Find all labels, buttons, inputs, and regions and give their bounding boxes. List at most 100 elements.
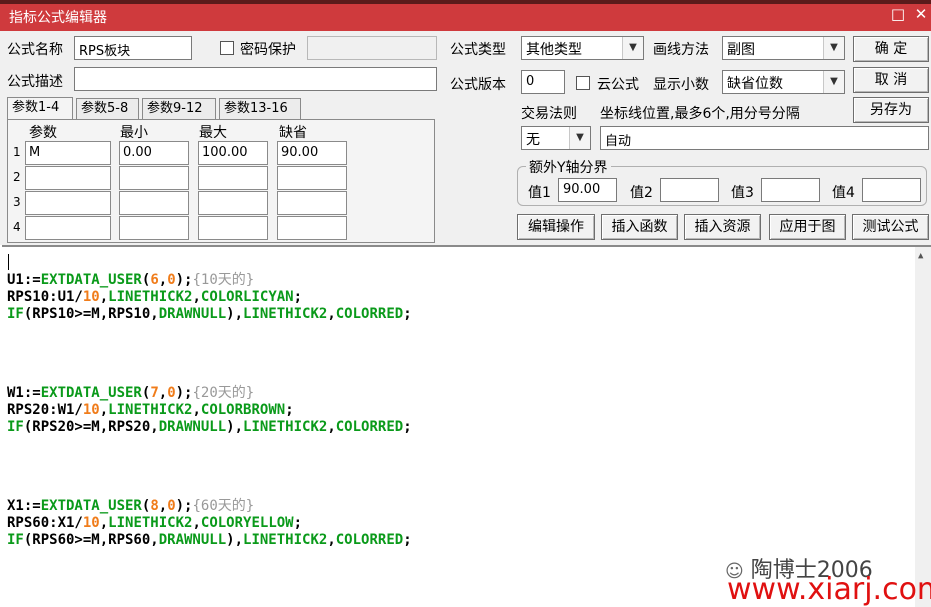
param-name-cell[interactable] [25,216,111,240]
save-as-button[interactable]: 另存为 [853,97,929,123]
code-token: DRAWNULL [158,419,227,435]
code-token: DRAWNULL [158,532,227,548]
cancel-button[interactable]: 取 消 [853,67,929,93]
tab-params-1-4[interactable]: 参数1-4 [7,97,73,120]
param-max-cell[interactable]: 100.00 [198,141,268,165]
formula-type-label: 公式类型 [450,42,506,58]
code-token: , [158,272,168,288]
code-token: 7 [150,385,159,401]
code-token: RPS60:X1/ [7,515,83,531]
code-token: {60天的} [192,498,255,514]
param-name-cell[interactable] [25,191,111,215]
code-token: IF [7,306,24,322]
tab-params-5-8[interactable]: 参数5-8 [76,98,139,119]
code-token: (RPS20>=M,RPS20, [23,419,159,435]
param-name-cell[interactable]: M [25,141,111,165]
yaxis-value1-input[interactable]: 90.00 [558,178,617,202]
minimize-icon[interactable]: □ [890,6,906,22]
code-token: LINETHICK2 [243,306,328,322]
ok-button[interactable]: 确 定 [853,36,929,62]
param-default-cell[interactable] [277,166,347,190]
code-line: U1:=EXTDATA_USER(6,0);{10天的} [7,272,254,289]
code-token: ), [226,306,244,322]
param-min-cell[interactable]: 0.00 [119,141,189,165]
param-name-header: 参数 [29,125,57,141]
edit-ops-button[interactable]: 编辑操作 [517,214,595,240]
code-token: {10天的} [192,272,255,288]
param-min-cell[interactable] [119,191,189,215]
param-min-cell[interactable] [119,166,189,190]
code-token: 10 [82,402,100,418]
code-token: ; [403,532,412,548]
code-line: RPS10:U1/10,LINETHICK2,COLORLICYAN; [7,289,302,306]
code-token: LINETHICK2 [243,532,328,548]
decimals-select[interactable]: 缺省位数 ▼ [722,70,845,94]
code-token: COLORRED [335,419,404,435]
param-default-cell[interactable] [277,216,347,240]
code-token: LINETHICK2 [108,515,193,531]
close-icon[interactable]: ✕ [913,6,929,22]
yaxis-value4-input[interactable] [862,178,921,202]
code-token: 0 [167,498,176,514]
formula-name-input[interactable]: RPS板块 [74,36,192,60]
chevron-down-icon[interactable]: ▼ [569,127,590,149]
param-default-header: 缺省 [279,125,307,141]
draw-method-select[interactable]: 副图 ▼ [722,36,845,60]
code-token: ; [293,289,303,305]
chevron-down-icon[interactable]: ▼ [622,37,643,59]
cloud-formula-checkbox[interactable] [576,76,590,90]
param-default-cell[interactable]: 90.00 [277,141,347,165]
code-token: LINETHICK2 [108,289,193,305]
code-token: 10 [82,289,100,305]
password-checkbox[interactable] [220,41,234,55]
coord-line-input[interactable]: 自动 [600,126,929,150]
test-formula-button[interactable]: 测试公式 [852,214,929,240]
code-token: COLORBROWN [200,402,286,418]
param-max-cell[interactable] [198,191,268,215]
vertical-scrollbar[interactable]: ▲ [915,247,931,607]
apply-to-chart-button[interactable]: 应用于图 [769,214,846,240]
param-min-cell[interactable] [119,216,189,240]
code-token: RPS10:U1/ [7,289,83,305]
trade-rule-label: 交易法则 [521,106,577,122]
yaxis-value3-input[interactable] [761,178,820,202]
code-token: , [158,385,168,401]
formula-desc-input[interactable] [74,67,437,91]
code-token: EXTDATA_USER [40,498,142,514]
yaxis-value2-input[interactable] [660,178,719,202]
password-input[interactable] [307,36,437,60]
param-name-cell[interactable] [25,166,111,190]
window-title: 指标公式编辑器 [9,10,107,26]
tab-params-13-16[interactable]: 参数13-16 [219,98,301,119]
code-token: LINETHICK2 [243,419,328,435]
code-token: , [99,515,109,531]
insert-function-button[interactable]: 插入函数 [601,214,678,240]
formula-version-input[interactable]: 0 [521,70,565,94]
code-line: RPS20:W1/10,LINETHICK2,COLORBROWN; [7,402,294,419]
param-row-number: 1 [13,145,21,159]
formula-type-select[interactable]: 其他类型 ▼ [521,36,644,60]
param-max-cell[interactable] [198,166,268,190]
code-token: ; [293,515,303,531]
code-token: 0 [167,385,176,401]
tab-params-9-12[interactable]: 参数9-12 [142,98,216,119]
code-token: , [327,306,336,322]
trade-rule-select[interactable]: 无 ▼ [521,126,591,150]
param-max-cell[interactable] [198,216,268,240]
param-default-cell[interactable] [277,191,347,215]
code-line: IF(RPS10>=M,RPS10,DRAWNULL),LINETHICK2,C… [7,306,412,323]
chevron-down-icon[interactable]: ▼ [823,37,844,59]
code-token: , [192,402,201,418]
code-token: , [99,289,109,305]
title-bar-top-strip [0,0,931,4]
code-token: IF [7,532,24,548]
scroll-up-icon[interactable]: ▲ [918,251,923,261]
code-token: , [192,515,201,531]
code-line: RPS60:X1/10,LINETHICK2,COLORYELLOW; [7,515,302,532]
title-bar: 指标公式编辑器 □ ✕ [0,0,931,31]
param-row-number: 2 [13,170,21,184]
code-token: U1:= [7,272,41,288]
code-token: COLORLICYAN [200,289,294,305]
chevron-down-icon[interactable]: ▼ [823,71,844,93]
insert-resource-button[interactable]: 插入资源 [684,214,761,240]
